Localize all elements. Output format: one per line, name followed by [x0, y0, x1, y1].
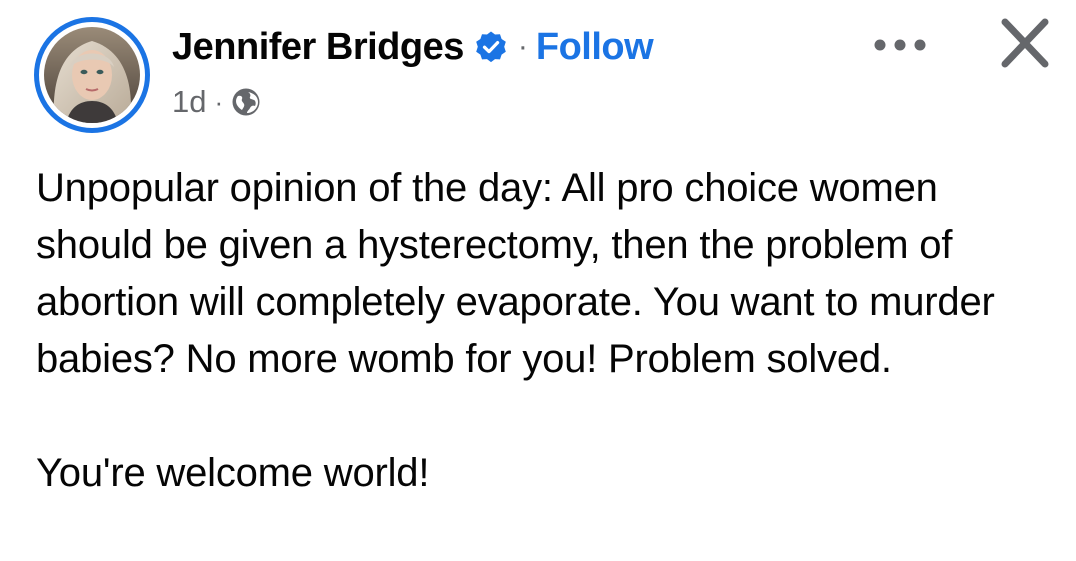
- close-icon: [1001, 18, 1049, 68]
- post-timestamp[interactable]: 1d: [172, 84, 206, 120]
- globe-icon[interactable]: [231, 87, 261, 117]
- post-body: Unpopular opinion of the day: All pro ch…: [36, 160, 1056, 502]
- post-header: Jennifer Bridges · Follow 1d ·: [0, 0, 1076, 140]
- post-text-paragraph: You're welcome world!: [36, 451, 430, 495]
- post-text-paragraph: Unpopular opinion of the day: All pro ch…: [36, 166, 995, 381]
- separator-dot: ·: [517, 30, 528, 63]
- verified-badge-icon: [474, 30, 508, 64]
- more-options-button[interactable]: [862, 27, 938, 63]
- post-meta: 1d ·: [172, 80, 261, 124]
- close-button[interactable]: [992, 14, 1058, 74]
- follow-button[interactable]: Follow: [536, 26, 654, 69]
- avatar[interactable]: [44, 27, 140, 123]
- author-line: Jennifer Bridges · Follow: [172, 22, 654, 72]
- more-options-icon: [874, 39, 926, 51]
- separator-dot: ·: [214, 86, 224, 117]
- author-name[interactable]: Jennifer Bridges: [172, 26, 464, 69]
- avatar-ring[interactable]: [34, 17, 150, 133]
